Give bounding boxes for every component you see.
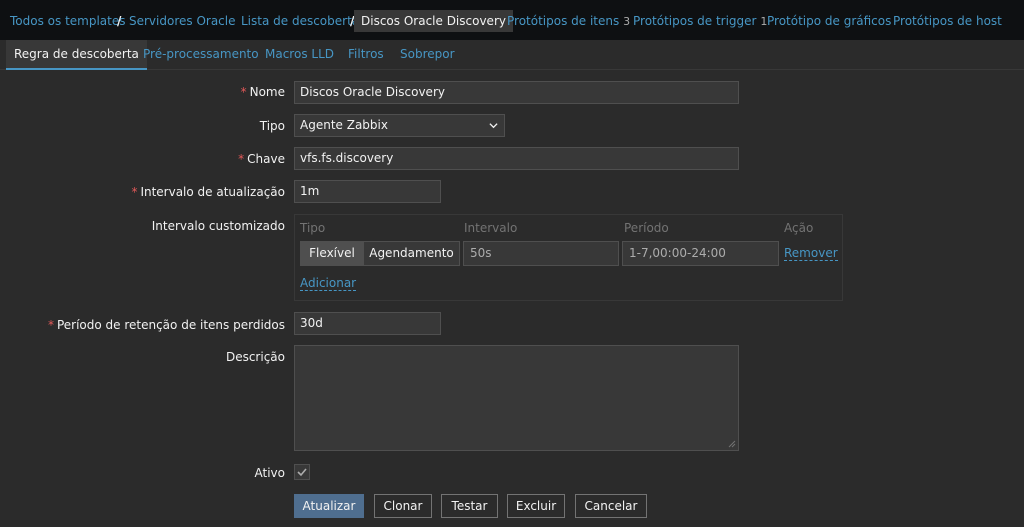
type-select[interactable]: Agente Zabbix	[294, 114, 505, 137]
test-button[interactable]: Testar	[441, 494, 498, 518]
tab-discovery-rule[interactable]: Regra de descoberta	[6, 40, 147, 70]
breadcrumb: Todos os templates / Servidores Oracle L…	[0, 0, 1024, 40]
description-label: Descrição	[225, 350, 285, 364]
check-icon	[297, 468, 307, 477]
resize-grip-icon[interactable]	[728, 440, 736, 448]
tab-lld-macros[interactable]: Macros LLD	[265, 40, 334, 70]
breadcrumb-item-prototypes[interactable]: Protótipos de itens 3	[507, 10, 630, 32]
lost-period-label: * Período de retenção de itens perdidos	[47, 318, 285, 332]
lost-period-input[interactable]: 30d	[294, 312, 441, 335]
col-period-header: Período	[624, 221, 669, 235]
name-input[interactable]: Discos Oracle Discovery	[294, 81, 739, 104]
delete-button[interactable]: Excluir	[507, 494, 565, 518]
breadcrumb-discovery-list[interactable]: Lista de descoberta	[241, 10, 359, 32]
tab-overrides[interactable]: Sobrepor	[400, 40, 455, 70]
remove-interval-link[interactable]: Remover	[784, 246, 838, 261]
flexible-toggle[interactable]: Flexível	[300, 241, 364, 266]
breadcrumb-trigger-prototypes[interactable]: Protótipos de trigger 1	[633, 10, 767, 32]
item-prototypes-label: Protótipos de itens	[507, 14, 620, 28]
scheduling-toggle[interactable]: Agendamento	[363, 241, 460, 266]
clone-button[interactable]: Clonar	[374, 494, 432, 518]
breadcrumb-current: Discos Oracle Discovery	[354, 10, 513, 32]
col-type-header: Tipo	[300, 221, 326, 235]
type-select-value: Agente Zabbix	[300, 118, 388, 132]
cancel-button[interactable]: Cancelar	[575, 494, 647, 518]
active-checkbox[interactable]	[294, 464, 310, 480]
active-label: Ativo	[254, 466, 285, 480]
chevron-down-icon	[489, 123, 498, 129]
custom-interval-input[interactable]: 50s	[463, 241, 619, 266]
update-interval-input[interactable]: 1m	[294, 180, 441, 203]
type-label: Tipo	[259, 119, 285, 133]
add-interval-link[interactable]: Adicionar	[300, 276, 357, 291]
update-button[interactable]: Atualizar	[294, 494, 364, 518]
trigger-prototypes-label: Protótipos de trigger	[633, 14, 757, 28]
tab-filters[interactable]: Filtros	[348, 40, 384, 70]
breadcrumb-host-prototypes[interactable]: Protótipos de host	[893, 10, 1002, 32]
tab-bar: Regra de descoberta Pré-processamento Ma…	[0, 40, 1024, 70]
key-input[interactable]: vfs.fs.discovery	[294, 147, 739, 170]
tab-preprocessing[interactable]: Pré-processamento	[143, 40, 259, 70]
breadcrumb-separator: /	[117, 14, 122, 28]
name-label: * Nome	[240, 85, 285, 99]
key-label: * Chave	[238, 152, 285, 166]
update-interval-label: * Intervalo de atualização	[131, 185, 285, 199]
custom-interval-label: Intervalo customizado	[151, 219, 285, 233]
col-action-header: Ação	[784, 221, 814, 235]
breadcrumb-template[interactable]: Servidores Oracle	[129, 10, 236, 32]
breadcrumb-graph-prototypes[interactable]: Protótipo de gráficos	[767, 10, 891, 32]
custom-period-input[interactable]: 1-7,00:00-24:00	[622, 241, 779, 266]
breadcrumb-all-templates[interactable]: Todos os templates	[10, 10, 126, 32]
description-textarea[interactable]	[294, 345, 739, 451]
col-interval-header: Intervalo	[464, 221, 518, 235]
item-prototypes-count: 3	[623, 15, 631, 28]
